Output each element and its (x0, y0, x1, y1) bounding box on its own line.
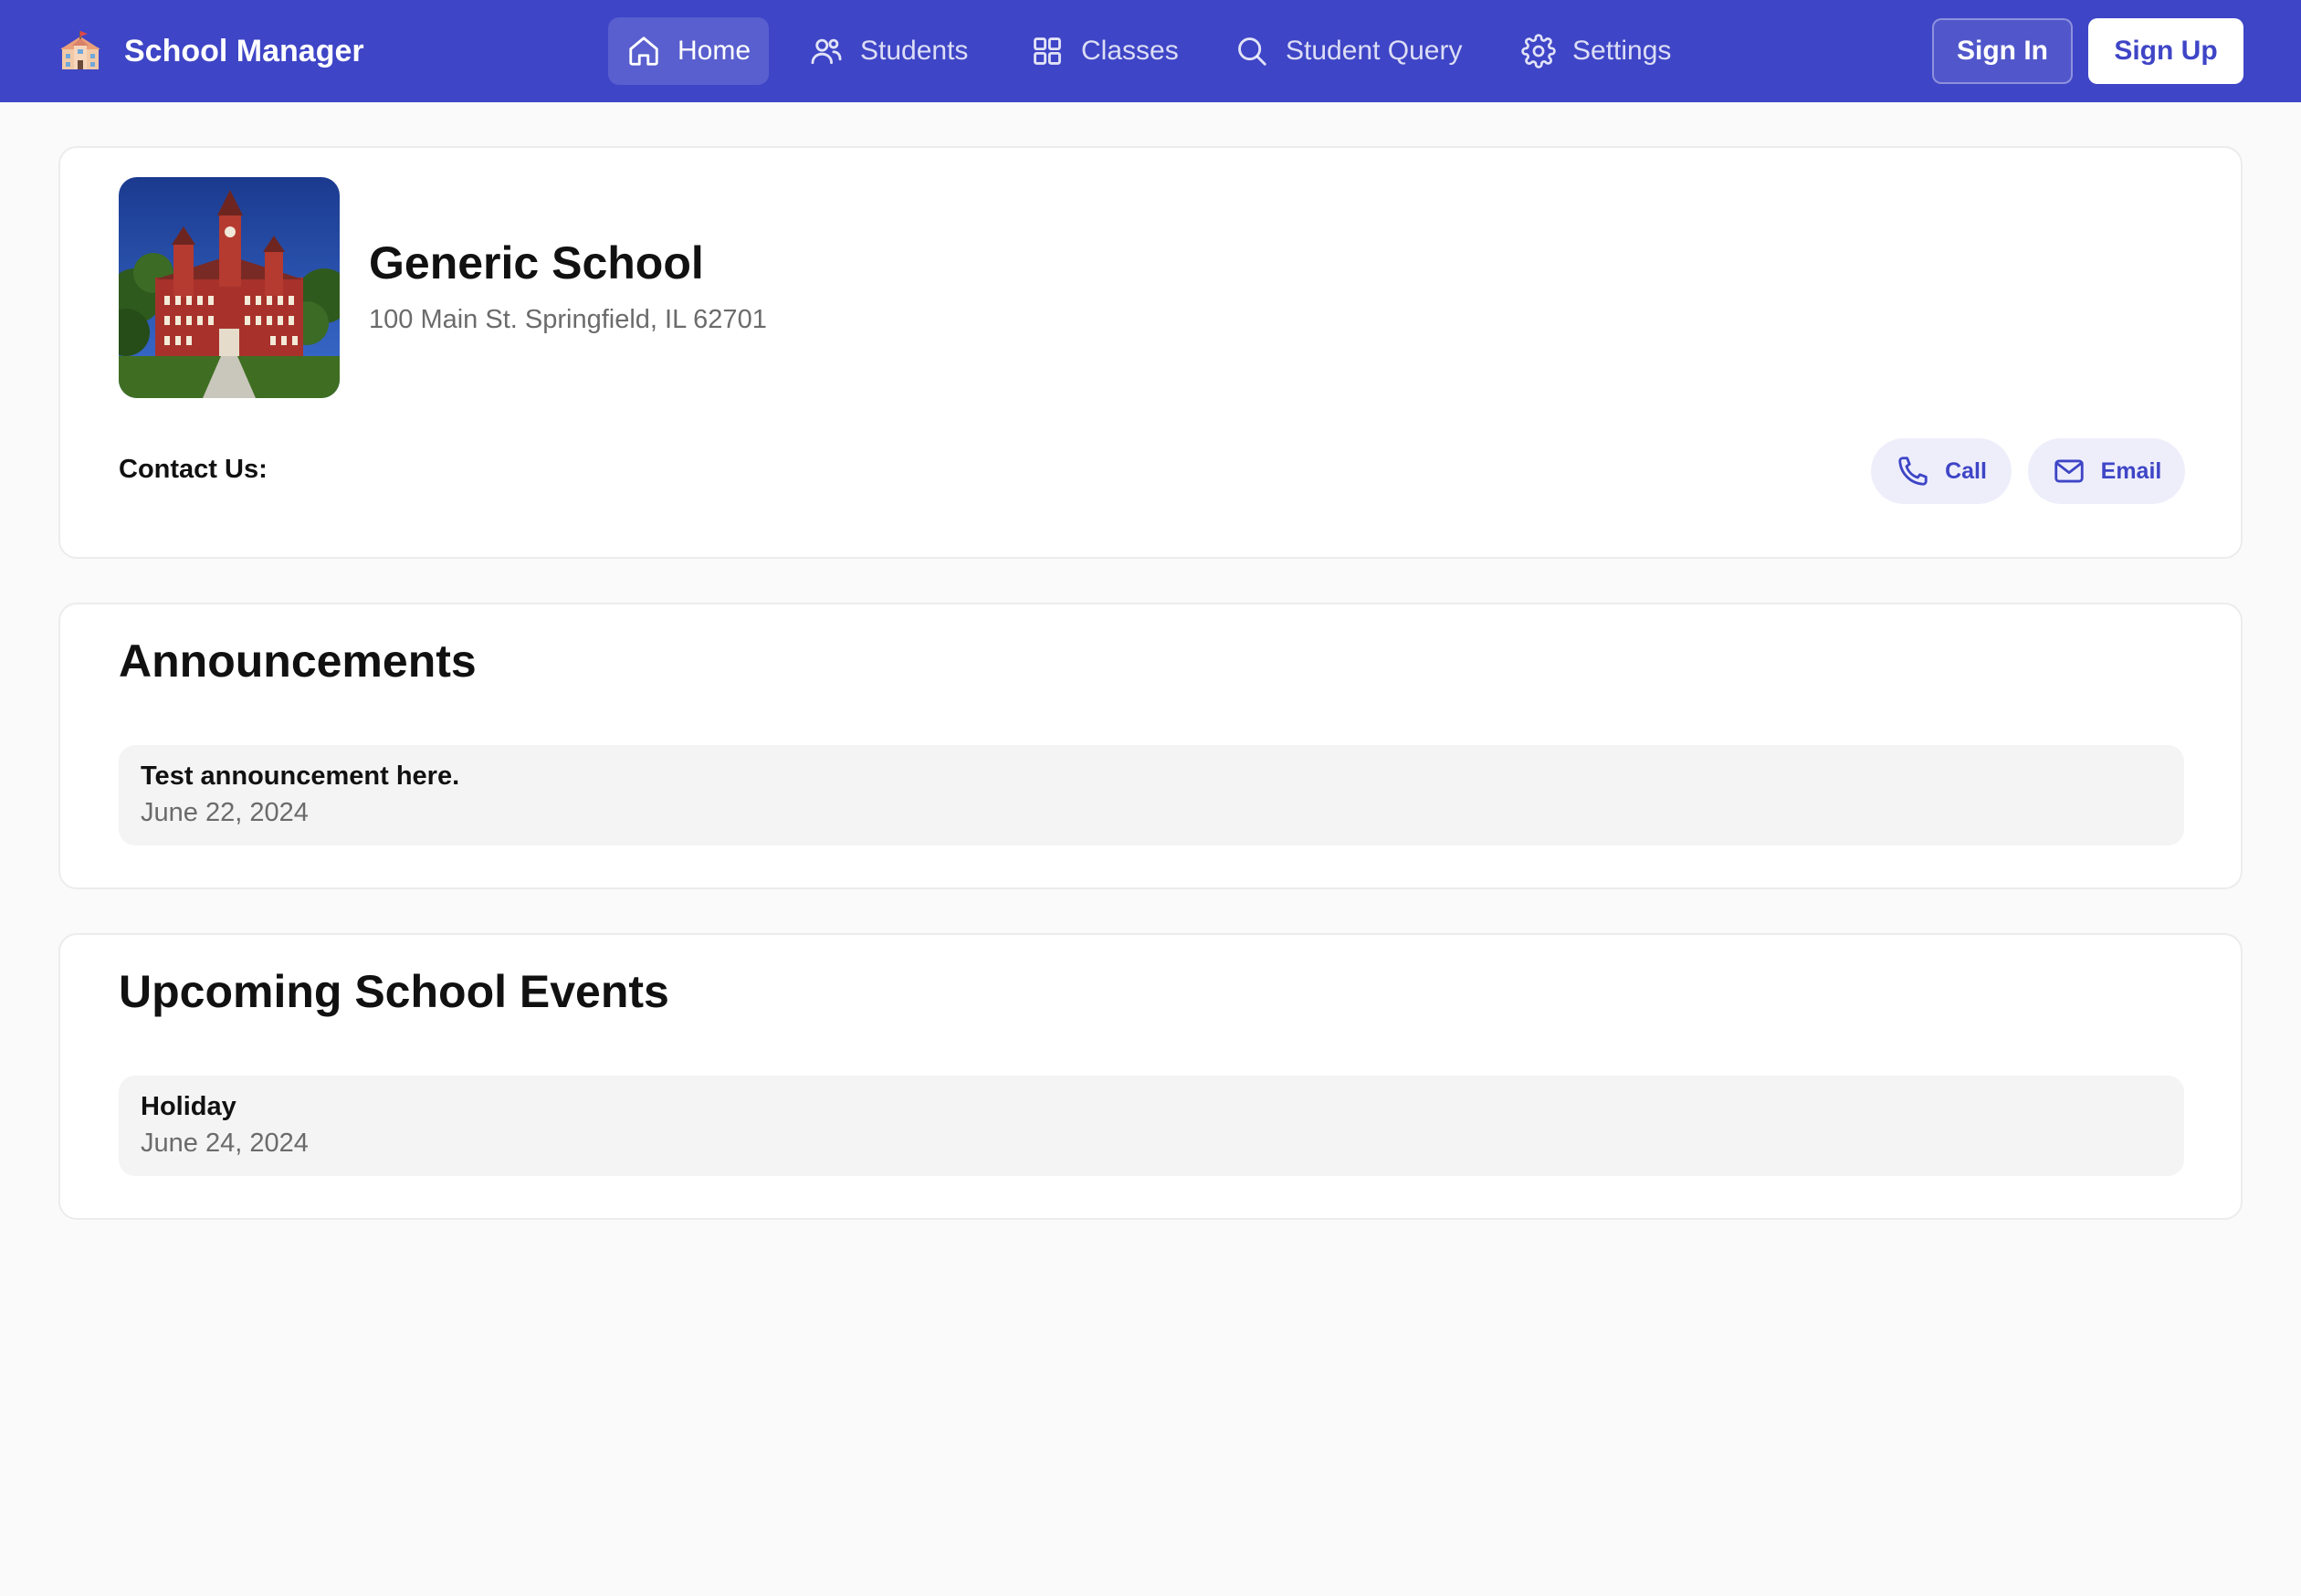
events-heading: Upcoming School Events (119, 966, 669, 1017)
announcement-date: June 22, 2024 (141, 798, 309, 827)
grid-icon (1030, 34, 1065, 68)
nav-label: Classes (1081, 36, 1179, 66)
school-building-icon (60, 31, 100, 69)
users-icon (809, 34, 844, 68)
app-title: School Manager (124, 34, 364, 68)
home-icon (626, 34, 661, 68)
search-icon (1235, 34, 1269, 68)
nav-item-students[interactable]: Students (809, 17, 982, 85)
school-info-card: Generic School 100 Main St. Springfield,… (58, 146, 2243, 559)
call-label: Call (1945, 457, 1987, 484)
event-date: June 24, 2024 (141, 1129, 309, 1158)
announcements-heading: Announcements (119, 635, 477, 687)
school-photo (119, 177, 340, 398)
phone-icon (1898, 457, 1928, 486)
nav-label: Home (678, 36, 751, 66)
school-building-photo (119, 177, 340, 398)
nav-item-settings[interactable]: Settings (1521, 17, 1704, 85)
nav-label: Student Query (1286, 36, 1463, 66)
events-card: Upcoming School Events Holiday June 24, … (58, 933, 2243, 1220)
top-navbar: School Manager Home Students Classes Stu… (0, 0, 2301, 102)
nav-label: Settings (1572, 36, 1672, 66)
call-button[interactable]: Call (1871, 438, 2012, 504)
announcements-card: Announcements Test announcement here. Ju… (58, 603, 2243, 889)
nav-label: Students (860, 36, 969, 66)
mail-icon (2054, 459, 2084, 483)
school-address: 100 Main St. Springfield, IL 62701 (369, 305, 767, 334)
gear-icon (1521, 34, 1556, 68)
announcement-item[interactable]: Test announcement here. June 22, 2024 (119, 745, 2184, 845)
nav-item-home[interactable]: Home (608, 17, 769, 85)
email-button[interactable]: Email (2028, 438, 2185, 504)
sign-in-button[interactable]: Sign In (1932, 18, 2073, 84)
event-title: Holiday (141, 1092, 236, 1121)
school-name: Generic School (369, 237, 704, 289)
event-item[interactable]: Holiday June 24, 2024 (119, 1076, 2184, 1176)
announcement-title: Test announcement here. (141, 761, 460, 791)
sign-up-button[interactable]: Sign Up (2088, 18, 2243, 84)
nav-item-classes[interactable]: Classes (1030, 17, 1185, 85)
nav-item-student-query[interactable]: Student Query (1235, 17, 1472, 85)
contact-label: Contact Us: (119, 455, 268, 484)
email-label: Email (2100, 457, 2162, 484)
brand[interactable]: School Manager (58, 29, 364, 73)
